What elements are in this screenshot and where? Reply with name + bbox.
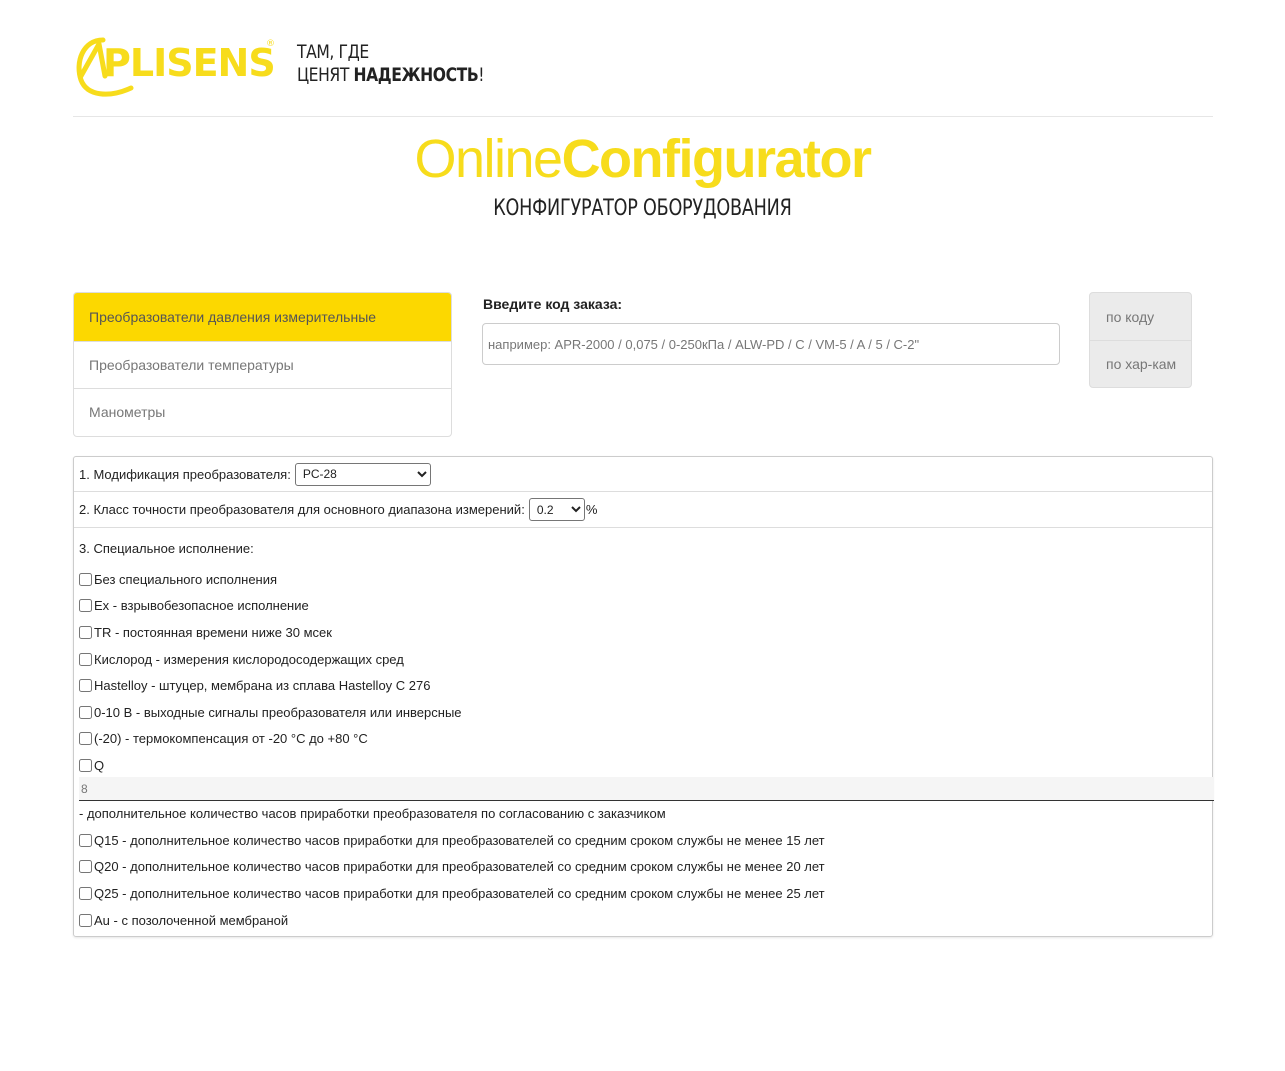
svg-text:®: ® <box>266 39 275 49</box>
page-title: OnlineConfigurator <box>414 129 872 189</box>
option-0-10v[interactable]: 0-10 В - выходные сигналы преобразовател… <box>79 699 1207 726</box>
special-options-extra: Q15 - дополнительное количество часов пр… <box>79 827 1199 933</box>
order-code-label: Введите код заказа: <box>483 296 623 312</box>
by-characteristics-button[interactable]: по хар-кам <box>1090 340 1191 387</box>
option-checkbox[interactable] <box>79 913 92 927</box>
category-pressure-transmitters[interactable]: Преобразователи давления измерительные <box>74 293 451 341</box>
configuration-panel: 1. Модификация преобразователя: PC-28 2.… <box>73 456 1214 937</box>
accuracy-select[interactable]: 0.2 <box>528 498 585 521</box>
option-q[interactable]: Q <box>79 752 1207 779</box>
category-manometers[interactable]: Манометры <box>74 388 451 436</box>
option-checkbox[interactable] <box>79 886 92 900</box>
tagline-line1: ТАМ, ГДЕ <box>297 41 369 63</box>
option-checkbox[interactable] <box>79 833 92 847</box>
svg-text:PLISENS: PLISENS <box>103 41 275 85</box>
modification-label: 1. Модификация преобразователя: <box>79 466 291 482</box>
accuracy-unit: % <box>585 502 598 517</box>
search-mode-group: по коду по хар-кам <box>1089 292 1192 388</box>
option-checkbox[interactable] <box>79 732 92 746</box>
modification-row: 1. Модификация преобразователя: PC-28 <box>74 457 1212 492</box>
option-checkbox[interactable] <box>79 652 92 666</box>
order-code-input[interactable] <box>482 323 1060 365</box>
page-subtitle: КОНФИГУРАТОР ОБОРУДОВАНИЯ <box>493 196 792 221</box>
special-execution-section: 3. Специальное исполнение: Без специальн… <box>74 528 1212 779</box>
option-hastelloy[interactable]: Hastelloy - штуцер, мембрана из сплава H… <box>79 672 1207 699</box>
q-description: - дополнительное количество часов прираб… <box>79 806 666 821</box>
option-checkbox[interactable] <box>79 625 92 639</box>
by-code-button[interactable]: по коду <box>1090 293 1191 340</box>
option-checkbox[interactable] <box>79 705 92 719</box>
option-minus20[interactable]: (-20) - термокомпенсация от -20 °C до +8… <box>79 726 1207 753</box>
option-checkbox[interactable] <box>79 599 92 613</box>
option-no-special[interactable]: Без специального исполнения <box>79 566 1207 593</box>
option-q15[interactable]: Q15 - дополнительное количество часов пр… <box>79 827 1199 854</box>
option-q25[interactable]: Q25 - дополнительное количество часов пр… <box>79 880 1199 907</box>
accuracy-label: 2. Класс точности преобразователя для ос… <box>79 502 525 517</box>
option-ex[interactable]: Ex - взрывобезопасное исполнение <box>79 593 1207 620</box>
option-oxygen[interactable]: Кислород - измерения кислородосодержащих… <box>79 646 1207 673</box>
option-checkbox[interactable] <box>79 572 92 586</box>
q-hours-input[interactable]: 8 <box>79 777 1214 801</box>
tagline: ТАМ, ГДЕ ЦЕНЯТ НАДЕЖНОСТЬ! <box>297 41 485 87</box>
modification-select[interactable]: PC-28 <box>294 462 431 486</box>
option-tr[interactable]: TR - постоянная времени ниже 30 мсек <box>79 619 1207 646</box>
option-checkbox[interactable] <box>79 679 92 693</box>
site-header: PLISENS ® ТАМ, ГДЕ ЦЕНЯТ НАДЕЖНОСТЬ! <box>73 28 1213 117</box>
category-list: Преобразователи давления измерительные П… <box>73 292 452 437</box>
option-q20[interactable]: Q20 - дополнительное количество часов пр… <box>79 854 1199 881</box>
category-temperature-transmitters[interactable]: Преобразователи температуры <box>74 340 451 389</box>
aplisens-logo[interactable]: PLISENS ® <box>73 32 277 98</box>
option-checkbox[interactable] <box>79 860 92 874</box>
option-au[interactable]: Au - с позолоченной мембраной <box>79 907 1199 934</box>
special-execution-title: 3. Специальное исполнение: <box>79 541 254 556</box>
accuracy-row: 2. Класс точности преобразователя для ос… <box>74 492 1212 528</box>
option-checkbox[interactable] <box>79 758 92 772</box>
tagline-line2: ЦЕНЯТ НАДЕЖНОСТЬ! <box>297 64 485 86</box>
